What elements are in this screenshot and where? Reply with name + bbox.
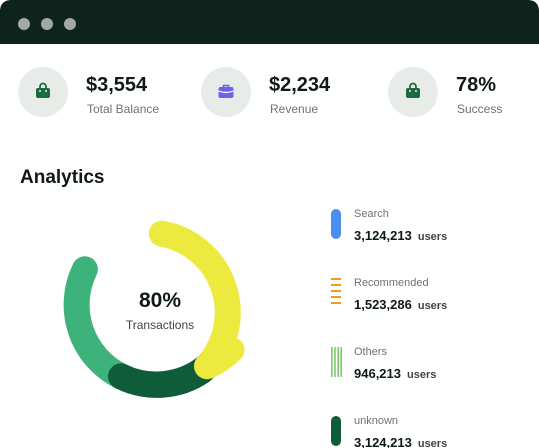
legend-count: 3,124,213 users	[354, 228, 448, 243]
legend-count: 1,523,286 users	[354, 297, 448, 312]
window-maximize-dot[interactable]	[64, 18, 76, 30]
donut-segment-yellow-cap	[194, 336, 245, 380]
legend-name: Others	[354, 346, 388, 358]
legend-item-search: Search 3,124,213 users	[330, 208, 539, 258]
legend-item-recommended: Recommended 1,523,286 users	[330, 277, 539, 327]
stat-icon-circle	[201, 67, 251, 117]
stat-icon-circle	[388, 67, 438, 117]
legend-count: 3,124,213 users	[354, 435, 448, 448]
legend-unit: users	[417, 231, 448, 243]
legend-count: 946,213 users	[354, 366, 437, 381]
legend-item-others: Others 946,213 users	[330, 346, 539, 396]
stat-label: Success	[457, 102, 503, 116]
donut-center-value: 80%	[138, 289, 182, 312]
stripes-marker-icon	[331, 347, 342, 377]
legend-name: Recommended	[354, 277, 429, 289]
analytics-title: Analytics	[20, 167, 105, 188]
window-titlebar	[0, 0, 539, 44]
pill-marker-icon	[331, 209, 341, 239]
shopping-bag-icon	[406, 82, 420, 98]
stat-label: Revenue	[270, 102, 319, 116]
stat-icon-circle	[18, 67, 68, 117]
app-window: $3,554 Total Balance $2,234 Revenue 78% …	[0, 0, 539, 448]
legend-unit: users	[407, 369, 437, 381]
stat-value: 78%	[456, 74, 497, 96]
legend-name: Search	[354, 208, 389, 220]
donut-segment-dark-green-cap	[108, 358, 215, 398]
donut-svg	[63, 220, 245, 398]
stat-label: Total Balance	[87, 102, 160, 116]
legend-name: unknown	[354, 415, 399, 427]
stat-value: $3,554	[86, 74, 148, 96]
pill-marker-icon	[331, 416, 341, 446]
stat-value: $2,234	[269, 74, 331, 96]
window-close-dot[interactable]	[18, 18, 30, 30]
dashes-marker-icon	[331, 278, 341, 304]
transactions-donut-chart: 80% Transactions	[60, 214, 260, 414]
window-minimize-dot[interactable]	[41, 18, 53, 30]
briefcase-icon	[218, 84, 234, 98]
legend-unit: users	[417, 300, 448, 312]
donut-center-label: Transactions	[125, 318, 195, 332]
shopping-bag-icon	[36, 82, 50, 98]
legend-item-unknown: unknown 3,124,213 users	[330, 415, 539, 448]
legend-unit: users	[417, 438, 448, 448]
